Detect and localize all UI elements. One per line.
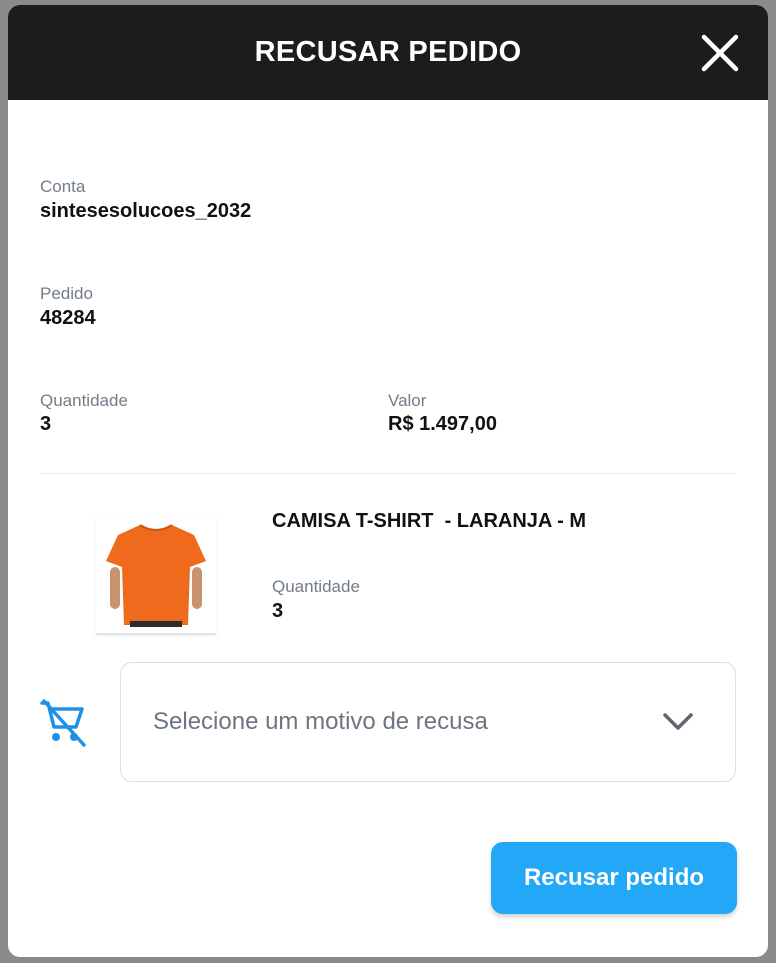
product-quantity-label: Quantidade: [272, 577, 360, 596]
account-label: Conta: [40, 177, 86, 196]
quantity-label: Quantidade: [40, 391, 128, 410]
refusal-reason-select[interactable]: Selecione um motivo de recusa: [120, 662, 736, 782]
product-quantity-value: 3: [272, 600, 284, 622]
order-value: 48284: [40, 307, 96, 329]
product-image: [96, 517, 216, 635]
modal-header: RECUSAR PEDIDO: [8, 5, 768, 100]
order-label: Pedido: [40, 284, 93, 303]
value-amount: R$ 1.497,00: [388, 413, 497, 435]
refuse-order-modal: RECUSAR PEDIDO Conta sintesesolucoes_203…: [8, 5, 768, 957]
divider: [40, 473, 736, 474]
account-value: sintesesolucoes_2032: [40, 200, 252, 222]
modal-title: RECUSAR PEDIDO: [254, 36, 522, 68]
chevron-down-icon: [661, 710, 695, 734]
close-icon[interactable]: [700, 33, 740, 73]
refusal-reason-placeholder: Selecione um motivo de recusa: [153, 708, 488, 735]
refuse-order-button[interactable]: Recusar pedido: [491, 842, 737, 914]
quantity-value: 3: [40, 413, 52, 435]
value-label: Valor: [388, 391, 427, 410]
remove-cart-icon: [38, 697, 88, 747]
product-name: CAMISA T-SHIRT - LARANJA - M: [272, 510, 587, 532]
